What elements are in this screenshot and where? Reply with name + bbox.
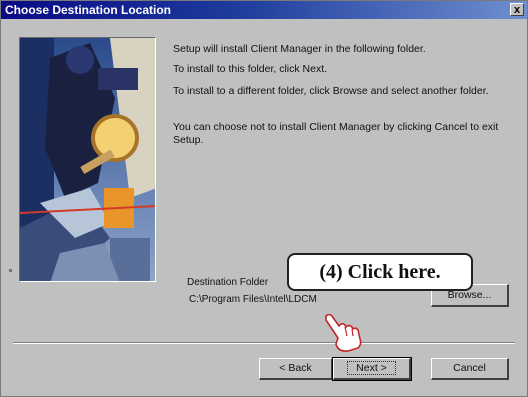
setup-illustration [19,37,156,282]
back-button[interactable]: < Back [259,358,333,380]
close-button[interactable]: x [510,3,524,16]
intro-text: Setup will install Client Manager in the… [173,43,426,55]
destination-folder-label: Destination Folder [187,277,269,288]
next-button-label: Next > [347,361,396,375]
pointing-hand-icon [320,313,366,359]
browse-instructions: To install to a different folder, click … [173,85,489,97]
setup-dialog: Choose Destination Location x Setup will… [0,0,528,397]
dialog-title: Choose Destination Location [5,3,172,17]
decorative-dot [9,269,12,272]
title-bar: Choose Destination Location x [1,1,527,19]
next-instructions: To install to this folder, click Next. [173,63,328,75]
instruction-callout: (4) Click here. [287,253,473,291]
separator-highlight [13,343,515,344]
illustration-art [20,38,155,281]
cancel-instructions: You can choose not to install Client Man… [173,121,499,146]
destination-path: C:\Program Files\Intel\LDCM [189,294,317,305]
cancel-button[interactable]: Cancel [431,358,509,380]
next-button[interactable]: Next > [332,357,412,381]
